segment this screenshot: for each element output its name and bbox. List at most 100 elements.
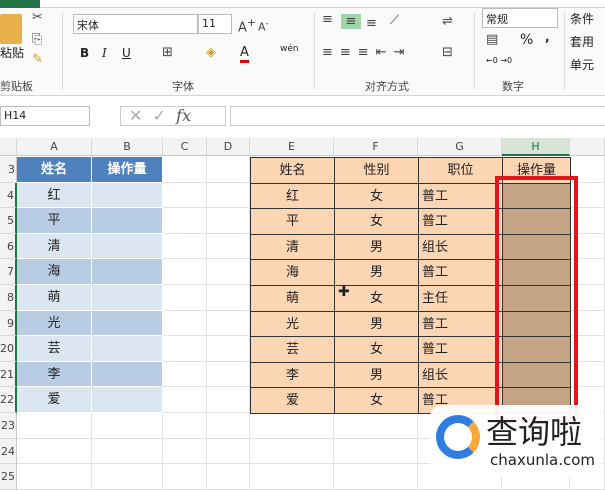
table2-cell[interactable]: 男 — [334, 259, 419, 286]
row-header-4[interactable]: 4 — [0, 182, 17, 209]
column-header-D[interactable]: D — [207, 138, 250, 156]
table2-cell[interactable]: 普工 — [418, 259, 503, 286]
cell[interactable] — [163, 464, 207, 490]
cell[interactable] — [207, 208, 250, 234]
table2-cell[interactable]: 平 — [250, 208, 335, 235]
table1-quantity-cell[interactable] — [92, 361, 163, 388]
select-all-corner[interactable] — [0, 138, 17, 156]
cell[interactable] — [163, 310, 207, 337]
cell[interactable] — [17, 438, 92, 465]
cell[interactable] — [207, 336, 250, 362]
table2-cell[interactable]: 清 — [250, 233, 335, 261]
cell[interactable] — [163, 285, 207, 311]
table2-cell[interactable]: 普工 — [418, 208, 503, 235]
table1-name-cell[interactable]: 芸 — [17, 336, 92, 362]
row-header-24[interactable]: 24 — [0, 438, 17, 465]
table1-name-cell[interactable]: 爱 — [17, 387, 92, 413]
row-header-23[interactable]: 23 — [0, 413, 17, 439]
cell[interactable] — [207, 464, 250, 490]
cell[interactable] — [334, 413, 418, 439]
table1-quantity-cell[interactable] — [92, 336, 163, 362]
table1-quantity-cell[interactable] — [92, 387, 163, 413]
table2-cell[interactable]: 海 — [250, 259, 335, 286]
cell[interactable] — [163, 387, 207, 413]
table1-name-cell[interactable]: 光 — [17, 310, 92, 337]
table1-quantity-cell[interactable] — [92, 310, 163, 337]
cell[interactable] — [207, 157, 250, 183]
cell[interactable] — [207, 182, 250, 209]
table1-quantity-cell[interactable] — [92, 259, 163, 285]
cell[interactable] — [207, 285, 250, 311]
row-header-3[interactable]: 3 — [0, 157, 17, 183]
cell[interactable] — [163, 208, 207, 234]
column-header-A[interactable]: A — [17, 138, 92, 156]
column-header-G[interactable]: G — [418, 138, 502, 156]
cell[interactable] — [334, 464, 418, 490]
cell[interactable] — [163, 233, 207, 260]
row-header-22[interactable]: 22 — [0, 387, 17, 413]
table2-cell[interactable]: 男 — [334, 310, 419, 338]
table2-cell[interactable]: 芸 — [250, 336, 335, 363]
table1-quantity-cell[interactable] — [92, 182, 163, 209]
cell[interactable] — [163, 413, 207, 439]
cell[interactable] — [92, 464, 163, 490]
table2-cell[interactable]: 男 — [334, 233, 419, 261]
table2-cell[interactable]: 组长 — [418, 361, 503, 389]
cell[interactable] — [163, 259, 207, 285]
table1-name-cell[interactable]: 红 — [17, 182, 92, 209]
column-header-H[interactable]: H — [502, 138, 570, 156]
cell[interactable] — [92, 413, 163, 439]
table2-cell[interactable]: 主任 — [418, 285, 503, 312]
table2-cell[interactable]: 普工 — [418, 182, 503, 210]
table1-name-cell[interactable]: 清 — [17, 233, 92, 260]
cell[interactable] — [250, 464, 334, 490]
cell[interactable] — [334, 438, 418, 465]
table1-quantity-cell[interactable] — [92, 208, 163, 234]
row-header-25[interactable]: 25 — [0, 464, 17, 490]
cell[interactable] — [163, 336, 207, 362]
table2-cell[interactable]: 女 — [334, 208, 419, 235]
row-header-8[interactable]: 8 — [0, 285, 17, 311]
row-header-20[interactable]: 20 — [0, 336, 17, 362]
table1-name-cell[interactable]: 平 — [17, 208, 92, 234]
table2-cell[interactable]: 普工 — [418, 336, 503, 363]
cell[interactable] — [250, 438, 334, 465]
cell[interactable] — [207, 387, 250, 413]
cell[interactable] — [207, 233, 250, 260]
row-header-6[interactable]: 6 — [0, 233, 17, 260]
cell[interactable] — [207, 310, 250, 337]
table2-cell[interactable]: 女 — [334, 336, 419, 363]
cell[interactable] — [163, 182, 207, 209]
row-header-9[interactable]: 9 — [0, 310, 17, 337]
table2-cell[interactable]: 萌 — [250, 285, 335, 312]
cell[interactable] — [163, 157, 207, 183]
row-header-5[interactable]: 5 — [0, 208, 17, 234]
table1-quantity-cell[interactable] — [92, 285, 163, 311]
cell[interactable] — [163, 361, 207, 388]
table1-name-cell[interactable]: 海 — [17, 259, 92, 285]
cell[interactable] — [207, 413, 250, 439]
cell[interactable] — [163, 438, 207, 465]
table1-name-cell[interactable]: 萌 — [17, 285, 92, 311]
table1-name-cell[interactable]: 李 — [17, 361, 92, 388]
cell[interactable] — [17, 464, 92, 490]
table2-cell[interactable]: 爱 — [250, 387, 335, 414]
column-header-F[interactable]: F — [334, 138, 418, 156]
cell[interactable] — [207, 438, 250, 465]
cell[interactable] — [17, 413, 92, 439]
column-header-B[interactable]: B — [92, 138, 163, 156]
cell[interactable] — [207, 361, 250, 388]
cell[interactable] — [250, 413, 334, 439]
row-header-21[interactable]: 21 — [0, 361, 17, 388]
table2-cell[interactable]: 李 — [250, 361, 335, 389]
table2-cell[interactable]: 男 — [334, 361, 419, 389]
table2-cell[interactable]: 组长 — [418, 233, 503, 261]
cell[interactable] — [207, 259, 250, 285]
table2-cell[interactable]: 女 — [334, 182, 419, 210]
table2-cell[interactable]: 光 — [250, 310, 335, 338]
table2-cell[interactable]: 普工 — [418, 310, 503, 338]
row-header-7[interactable]: 7 — [0, 259, 17, 285]
table2-cell[interactable]: 女 — [334, 387, 419, 414]
column-header-E[interactable]: E — [250, 138, 334, 156]
table1-quantity-cell[interactable] — [92, 233, 163, 260]
